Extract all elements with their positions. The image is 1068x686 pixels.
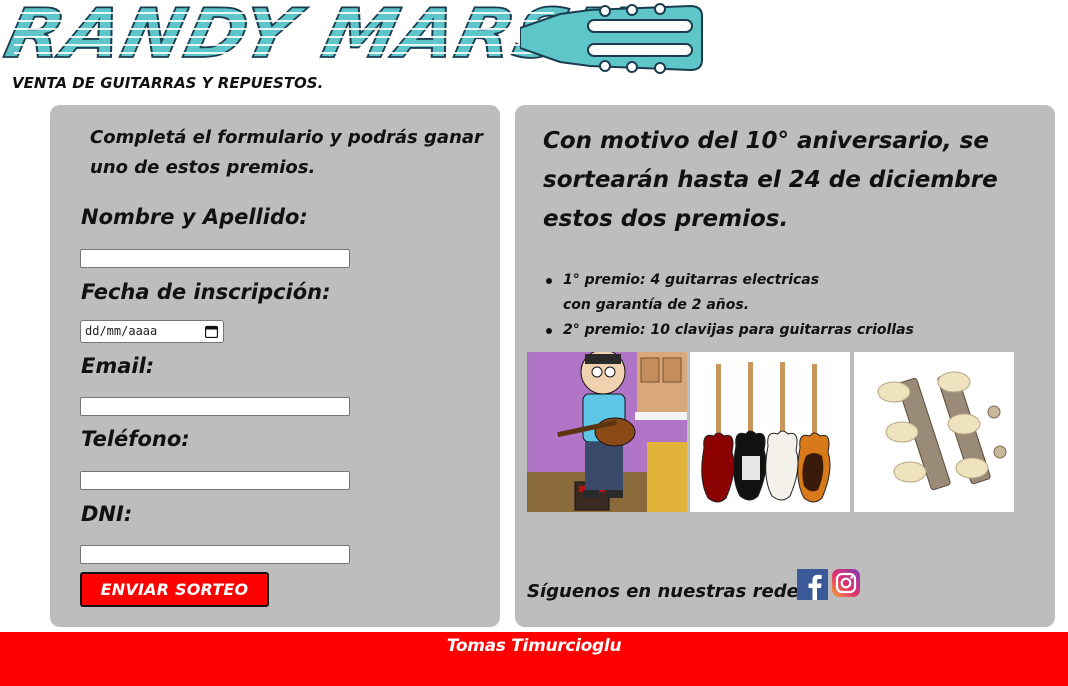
dni-input[interactable] (80, 545, 350, 564)
submit-button[interactable]: ENVIAR SORTEO (80, 572, 269, 607)
tuning-pegs-photo (854, 352, 1014, 512)
prize-2-title: 2° premio: 10 clavijas para guitarras cr… (563, 322, 914, 338)
calendar-icon[interactable] (205, 325, 218, 338)
prize-1-detail: con garantía de 2 años. (563, 297, 750, 313)
guitar-headstock-icon (520, 3, 703, 74)
follow-text: Síguenos en nuestras redes: (527, 581, 817, 602)
facebook-icon[interactable] (797, 569, 828, 600)
instagram-icon[interactable] (832, 569, 860, 597)
promo-headline: Con motivo del 10° aniversario, se sorte… (543, 128, 998, 232)
prize-list: 1° premio: 4 guitarras electricas con ga… (546, 268, 1033, 343)
prize-item: 1° premio: 4 guitarras electricas con ga… (546, 268, 1033, 318)
footer: Tomas Timurcioglu (0, 632, 1068, 686)
randy-guitar-photo (527, 352, 687, 512)
phone-label: Teléfono: (81, 427, 190, 451)
form-intro: Completá el formulario y podrás ganar un… (90, 127, 483, 178)
name-label: Nombre y Apellido: (81, 205, 308, 229)
brand-title: RANDY MARSH (0, 0, 641, 75)
electric-guitars-photo (690, 352, 850, 512)
email-input[interactable] (80, 397, 350, 416)
date-label: Fecha de inscripción: (81, 280, 331, 304)
raffle-form-panel: Completá el formulario y podrás ganar un… (50, 105, 500, 627)
brand-subtitle: VENTA DE GUITARRAS Y REPUESTOS. (12, 74, 324, 92)
footer-author: Tomas Timurcioglu (446, 636, 622, 656)
phone-input[interactable] (80, 471, 350, 490)
promo-panel: Con motivo del 10° aniversario, se sorte… (515, 105, 1055, 627)
email-label: Email: (81, 354, 155, 378)
prize-1-title: 1° premio: 4 guitarras electricas (563, 272, 820, 288)
prize-item: 2° premio: 10 clavijas para guitarras cr… (546, 318, 1033, 343)
date-placeholder: dd/mm/aaaa (85, 324, 158, 338)
brand-logo: RANDY MARSH VENTA DE GUITARRAS Y REPUEST… (0, 0, 720, 100)
name-input[interactable] (80, 249, 350, 268)
dni-label: DNI: (81, 502, 133, 526)
date-input[interactable]: dd/mm/aaaa (80, 320, 224, 343)
